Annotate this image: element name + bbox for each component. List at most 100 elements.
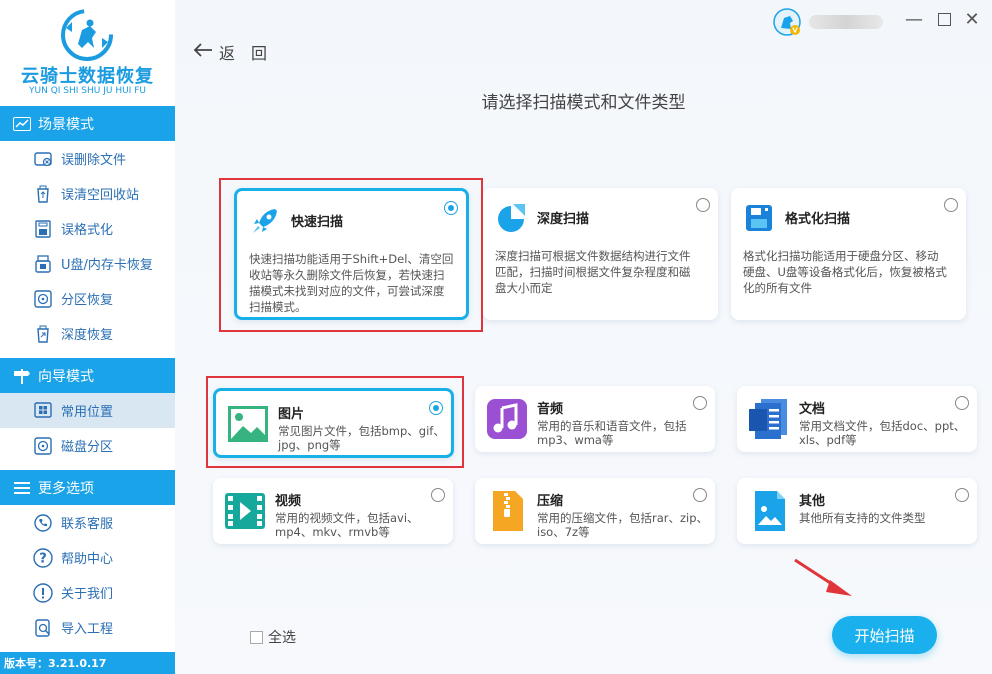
section-header-scene-mode: 场景模式 xyxy=(0,106,175,141)
scan-mode-desc: 格式化扫描功能适用于硬盘分区、移动硬盘、U盘等设备格式化后，恢复被格式化的所有文… xyxy=(743,249,947,295)
maximize-button[interactable] xyxy=(933,8,955,30)
deep-scan-icon xyxy=(498,204,525,232)
user-avatar-icon[interactable]: V xyxy=(773,8,801,36)
version-label: 版本号：3.21.0.17 xyxy=(0,652,175,674)
chart-icon xyxy=(12,114,32,134)
file-type-audio[interactable]: 音频 常用的音乐和语音文件，包括mp3、wma等 xyxy=(475,386,715,452)
arrow-left-icon xyxy=(193,42,213,62)
radio-unselected[interactable] xyxy=(696,198,710,212)
file-type-title: 压缩 xyxy=(537,494,564,509)
radio-unselected[interactable] xyxy=(693,488,707,502)
select-all-label: 全选 xyxy=(268,630,296,646)
sidebar-item-about-us[interactable]: 关于我们 xyxy=(0,575,175,610)
file-type-desc: 常用的压缩文件，包括rar、zip、iso、7z等 xyxy=(537,511,709,539)
scan-mode-quick[interactable]: 快速扫描 快速扫描功能适用于Shift+Del、清空回收站等永久删除文件后恢复，… xyxy=(234,188,469,320)
sidebar-item-label: 关于我们 xyxy=(61,587,114,602)
select-all-checkbox[interactable]: 全选 xyxy=(250,627,296,647)
scan-mode-format[interactable]: 格式化扫描 格式化扫描功能适用于硬盘分区、移动硬盘、U盘等设备格式化后，恢复被格… xyxy=(731,188,966,320)
main-panel: V — ✕ 返 回 请选择扫描模式和文件类型 快速扫描 快速扫描功能适用于Shi… xyxy=(175,0,992,674)
file-type-desc: 其他所有支持的文件类型 xyxy=(799,511,926,525)
usb-icon xyxy=(33,254,53,274)
recycle-bin-icon xyxy=(33,184,53,204)
username-redacted xyxy=(809,15,883,29)
info-icon xyxy=(33,582,53,603)
section-header-label: 更多选项 xyxy=(38,480,94,497)
signpost-icon xyxy=(12,366,32,386)
app-logo: 云骑士数据恢复 YUN QI SHI SHU JU HUI FU xyxy=(0,0,175,104)
sidebar-item-label: 联系客服 xyxy=(61,517,114,532)
zip-icon xyxy=(493,491,523,531)
windows-icon xyxy=(33,401,53,421)
sidebar-item-label: 深度恢复 xyxy=(61,328,114,343)
minimize-icon: — xyxy=(905,8,923,30)
radio-selected[interactable] xyxy=(444,201,458,215)
sidebar: 云骑士数据恢复 YUN QI SHI SHU JU HUI FU 场景模式 误删… xyxy=(0,0,175,674)
music-icon xyxy=(487,399,527,439)
sidebar-item-label: 误格式化 xyxy=(61,223,114,238)
sidebar-item-label: 磁盘分区 xyxy=(61,440,114,455)
phone-icon xyxy=(33,513,53,533)
format-icon xyxy=(33,219,53,239)
help-icon: ? xyxy=(33,547,53,568)
document-icon xyxy=(749,399,787,439)
close-button[interactable]: ✕ xyxy=(961,8,983,30)
sidebar-item-recycle-bin[interactable]: 误清空回收站 xyxy=(0,176,175,211)
file-type-video[interactable]: 视频 常用的视频文件，包括avi、mp4、mkv、rmvb等 xyxy=(213,478,453,544)
radio-unselected[interactable] xyxy=(431,488,445,502)
radio-unselected[interactable] xyxy=(955,488,969,502)
minimize-button[interactable]: — xyxy=(903,8,925,30)
scan-mode-title: 格式化扫描 xyxy=(785,212,851,227)
file-type-title: 图片 xyxy=(278,407,305,422)
sidebar-item-deleted-files[interactable]: 误删除文件 xyxy=(0,141,175,176)
sidebar-item-format[interactable]: 误格式化 xyxy=(0,211,175,246)
import-icon xyxy=(33,618,53,638)
back-label: 返 回 xyxy=(219,44,268,63)
file-type-document[interactable]: 文档 常用文档文件，包括doc、ppt、xls、pdf等 xyxy=(737,386,977,452)
svg-text:?: ? xyxy=(39,551,47,566)
sidebar-item-help-center[interactable]: ? 帮助中心 xyxy=(0,540,175,575)
section-header-guide-mode: 向导模式 xyxy=(0,358,175,393)
sidebar-item-common-locations[interactable]: 常用位置 xyxy=(0,393,175,428)
file-type-other[interactable]: 其他 其他所有支持的文件类型 xyxy=(737,478,977,544)
sidebar-item-usb-recovery[interactable]: U盘/内存卡恢复 xyxy=(0,246,175,281)
disk-icon xyxy=(33,436,53,456)
scan-mode-deep[interactable]: 深度扫描 深度扫描可根据文件数据结构进行文件匹配，扫描时间根据文件复杂程度和磁盘… xyxy=(483,188,718,320)
sidebar-item-label: 导入工程 xyxy=(61,622,114,637)
file-type-title: 音频 xyxy=(537,402,564,417)
sidebar-item-label: 误清空回收站 xyxy=(61,188,140,203)
file-type-archive[interactable]: 压缩 常用的压缩文件，包括rar、zip、iso、7z等 xyxy=(475,478,715,544)
file-type-desc: 常用的视频文件，包括avi、mp4、mkv、rmvb等 xyxy=(275,511,419,539)
scan-mode-title: 深度扫描 xyxy=(537,212,590,227)
file-type-desc: 常用的音乐和语音文件，包括mp3、wma等 xyxy=(537,419,687,447)
start-scan-button[interactable]: 开始扫描 xyxy=(832,616,937,654)
scan-mode-desc: 快速扫描功能适用于Shift+Del、清空回收站等永久删除文件后恢复，若快速扫描… xyxy=(249,252,454,314)
red-arrow-annotation xyxy=(794,558,852,596)
radio-unselected[interactable] xyxy=(944,198,958,212)
file-type-desc: 常用文档文件，包括doc、ppt、xls、pdf等 xyxy=(799,419,966,447)
sidebar-item-import-project[interactable]: 导入工程 xyxy=(0,610,175,645)
section-header-label: 向导模式 xyxy=(38,368,94,385)
radio-unselected[interactable] xyxy=(955,396,969,410)
sidebar-item-contact-support[interactable]: 联系客服 xyxy=(0,505,175,540)
sidebar-item-deep-recovery[interactable]: 深度恢复 xyxy=(0,316,175,351)
radio-unselected[interactable] xyxy=(693,396,707,410)
file-type-title: 视频 xyxy=(275,494,302,509)
file-type-image[interactable]: 图片 常见图片文件，包括bmp、gif、jpg、png等 xyxy=(213,388,454,458)
checkbox-box[interactable] xyxy=(250,630,263,644)
menu-icon xyxy=(12,478,32,498)
section-header-label: 场景模式 xyxy=(38,116,94,133)
sidebar-item-partition-recovery[interactable]: 分区恢复 xyxy=(0,281,175,316)
sidebar-item-label: 分区恢复 xyxy=(61,293,114,308)
logo-subtitle: YUN QI SHI SHU JU HUI FU xyxy=(29,86,146,96)
sidebar-item-label: U盘/内存卡恢复 xyxy=(61,258,153,273)
format-scan-icon xyxy=(746,205,772,231)
sidebar-item-disk-partition[interactable]: 磁盘分区 xyxy=(0,428,175,463)
back-button[interactable]: 返 回 xyxy=(193,40,267,64)
sidebar-item-label: 误删除文件 xyxy=(61,153,127,168)
close-icon: ✕ xyxy=(964,8,980,30)
sidebar-item-label: 常用位置 xyxy=(61,405,114,420)
radio-selected[interactable] xyxy=(429,401,443,415)
file-type-desc: 常见图片文件，包括bmp、gif、jpg、png等 xyxy=(278,424,445,452)
image-icon xyxy=(228,406,268,442)
deep-recover-icon xyxy=(33,324,53,344)
